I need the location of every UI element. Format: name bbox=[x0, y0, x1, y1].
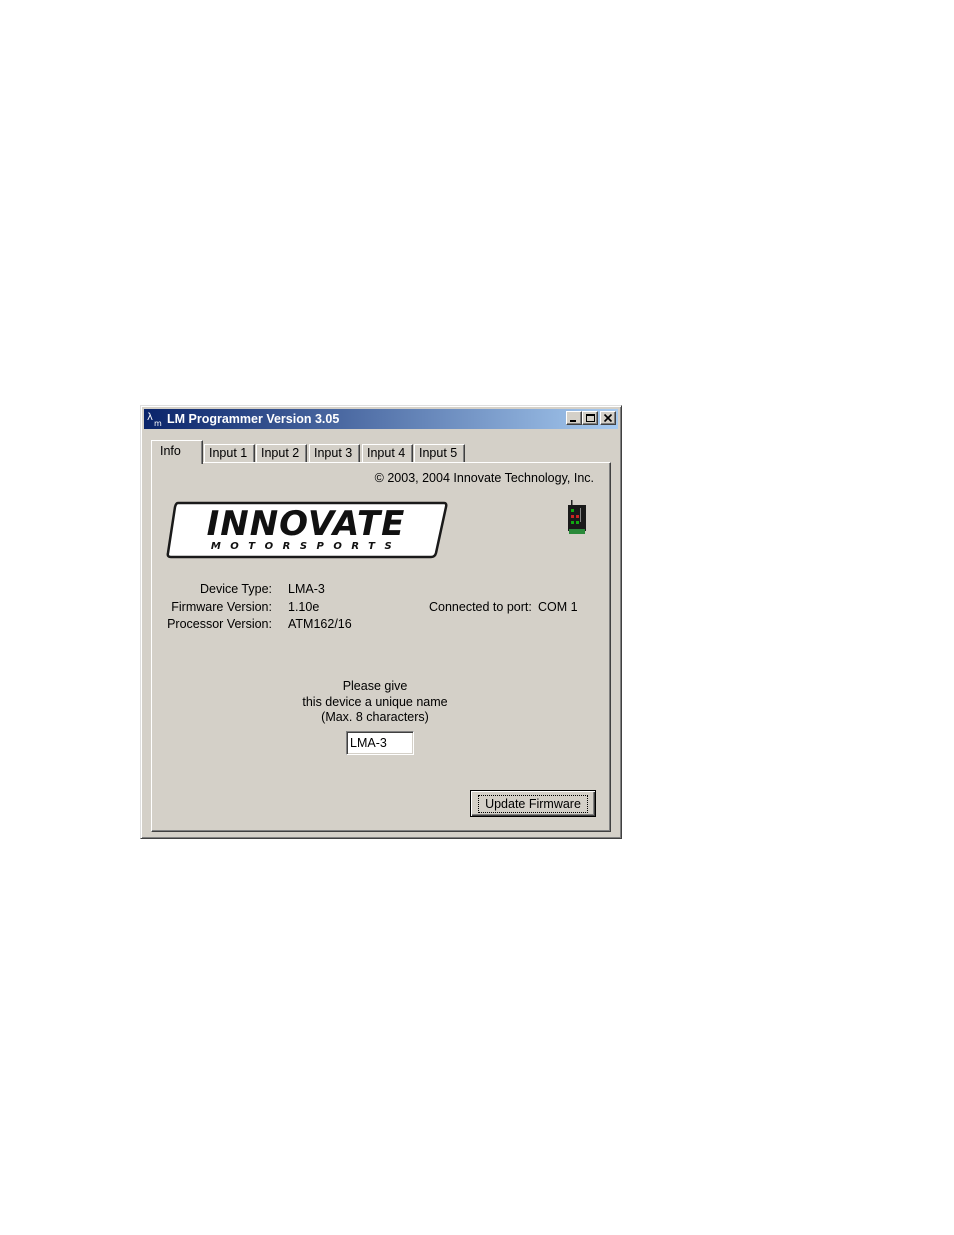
title-bar[interactable]: λ m LM Programmer Version 3.05 bbox=[144, 409, 618, 429]
update-firmware-label: Update Firmware bbox=[478, 794, 588, 813]
processor-version-label: Processor Version: bbox=[167, 617, 272, 631]
processor-version-value: ATM162/16 bbox=[288, 617, 352, 631]
close-icon bbox=[603, 413, 613, 423]
update-firmware-button[interactable]: Update Firmware bbox=[470, 790, 596, 817]
caption-buttons bbox=[566, 411, 616, 425]
info-tab-panel: © 2003, 2004 Innovate Technology, Inc. I… bbox=[151, 462, 611, 832]
svg-text:INNOVATE: INNOVATE bbox=[207, 504, 406, 544]
device-type-label: Device Type: bbox=[199, 582, 272, 596]
prompt-line-2: this device a unique name bbox=[302, 694, 448, 709]
maximize-button[interactable] bbox=[582, 411, 598, 425]
tab-input-4[interactable]: Input 4 bbox=[362, 444, 413, 462]
maximize-icon bbox=[586, 414, 595, 422]
connected-port-label: Connected to port: bbox=[429, 600, 532, 614]
connected-port-value: COM 1 bbox=[538, 600, 578, 614]
minimize-icon bbox=[570, 420, 576, 422]
svg-text:MOTORSPORTS: MOTORSPORTS bbox=[211, 541, 401, 552]
device-type-value: LMA-3 bbox=[288, 582, 325, 596]
firmware-version-value: 1.10e bbox=[288, 600, 320, 614]
tab-input-5[interactable]: Input 5 bbox=[414, 444, 465, 462]
tab-info[interactable]: Info bbox=[151, 440, 203, 464]
minimize-button[interactable] bbox=[566, 411, 582, 425]
lma3-device-icon bbox=[566, 499, 588, 538]
device-name-prompt: Please give this device a unique name (M… bbox=[152, 679, 598, 726]
prompt-line-3: (Max. 8 characters) bbox=[321, 710, 429, 724]
firmware-version-label: Firmware Version: bbox=[171, 600, 272, 614]
svg-text:λ: λ bbox=[147, 412, 153, 423]
prompt-line-1: Please give bbox=[342, 679, 408, 693]
innovate-motorsports-logo: INNOVATE MOTORSPORTS bbox=[166, 499, 448, 564]
close-button[interactable] bbox=[600, 411, 616, 425]
tab-input-1[interactable]: Input 1 bbox=[204, 444, 255, 462]
lambda-m-icon[interactable]: λ m bbox=[146, 411, 164, 427]
tab-input-3[interactable]: Input 3 bbox=[309, 444, 360, 462]
window-title: LM Programmer Version 3.05 bbox=[167, 412, 340, 426]
lm-programmer-window: λ m LM Programmer Version 3.05 Info Inpu… bbox=[140, 405, 622, 839]
tab-input-2[interactable]: Input 2 bbox=[256, 444, 307, 462]
device-name-input[interactable] bbox=[346, 731, 414, 755]
svg-text:m: m bbox=[154, 419, 162, 427]
copyright-text: © 2003, 2004 Innovate Technology, Inc. bbox=[374, 471, 594, 485]
